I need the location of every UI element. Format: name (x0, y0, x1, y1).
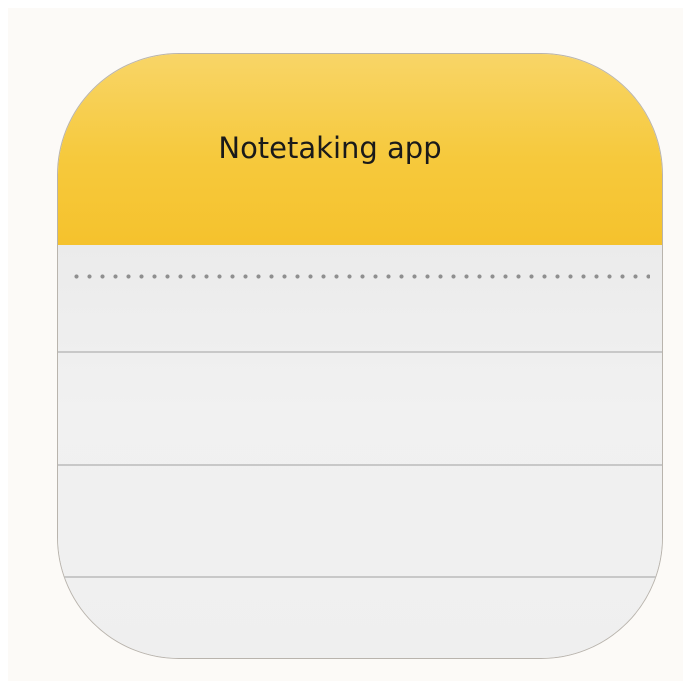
ruled-line (58, 351, 662, 353)
icon-header-band: Notetaking app (58, 54, 662, 246)
app-title-label: Notetaking app (218, 131, 442, 165)
notes-app-icon[interactable]: Notetaking app (57, 53, 663, 659)
perforation-dots (70, 274, 650, 279)
ruled-line (58, 464, 662, 466)
notepad-page (58, 245, 662, 658)
ruled-line (58, 576, 662, 578)
canvas-frame: Notetaking app (8, 8, 683, 681)
